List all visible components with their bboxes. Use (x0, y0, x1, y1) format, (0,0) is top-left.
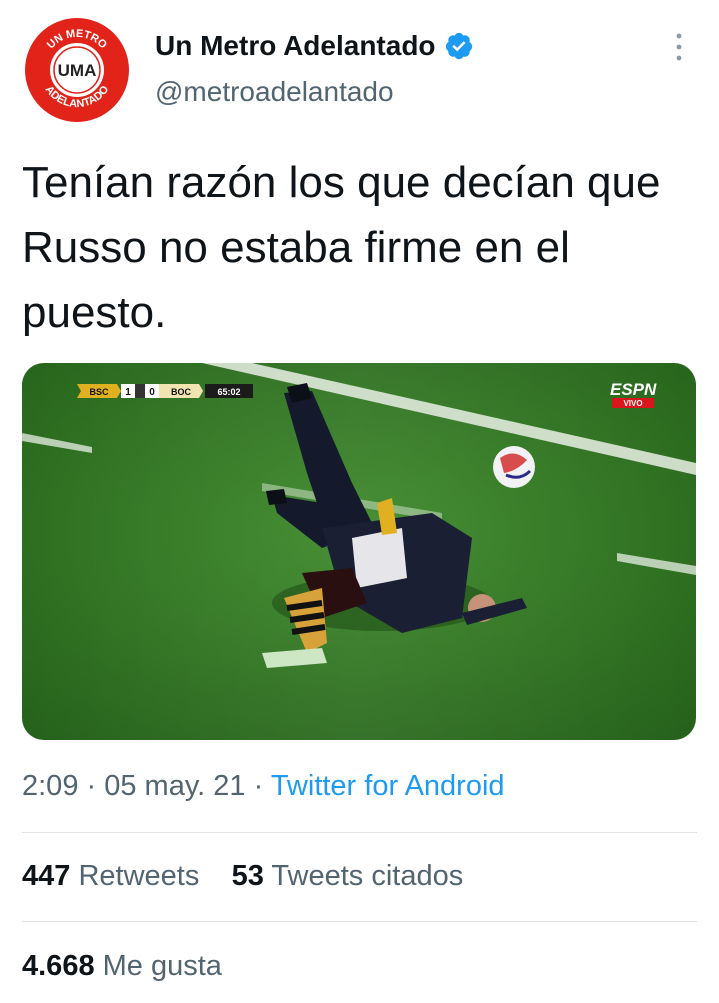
scoreboard-away-score: 0 (149, 387, 155, 398)
tweet-source-link[interactable]: Twitter for Android (271, 770, 505, 802)
tweet-meta: 2:09 · 05 may. 21 · Twitter for Android (22, 770, 505, 803)
retweets-count: 447 (22, 860, 71, 892)
engagement-stats: 447 Retweets 53 Tweets citados (22, 860, 463, 893)
tweet-date[interactable]: 05 may. 21 (104, 770, 245, 802)
retweets-label: Retweets (78, 860, 200, 892)
tweet-media-image[interactable]: BSC 1 0 BOC 65:02 ESPN VIVO (22, 363, 696, 740)
likes-stat[interactable]: 4.668 Me gusta (22, 950, 222, 983)
tweet-time[interactable]: 2:09 (22, 770, 78, 802)
meta-separator: · (78, 770, 105, 802)
divider (22, 921, 697, 922)
tweet-text: Tenían razón los que decían que Russo no… (22, 158, 661, 337)
live-label: VIVO (623, 399, 642, 408)
quotes-stat[interactable]: 53 Tweets citados (232, 860, 464, 892)
avatar-center-text: UMA (58, 61, 97, 80)
quotes-count: 53 (231, 860, 264, 892)
author-handle[interactable]: @metroadelantado (155, 76, 394, 108)
scoreboard-clock: 65:02 (217, 387, 240, 397)
quotes-label: Tweets citados (271, 860, 464, 892)
football (493, 446, 535, 488)
scoreboard-home: BSC (89, 387, 109, 397)
likes-count: 4.668 (22, 950, 95, 982)
divider (22, 832, 697, 833)
more-options-icon[interactable] (664, 30, 694, 64)
author-avatar[interactable]: UN METRO ADELANTADO UMA (24, 17, 130, 123)
espn-logo-text: ESPN (610, 380, 657, 399)
verified-badge-icon (445, 32, 472, 60)
tweet-header: UN METRO ADELANTADO UMA Un Metro Adelant… (0, 0, 719, 130)
likes-label: Me gusta (102, 950, 222, 982)
author-name-row: Un Metro Adelantado (155, 26, 474, 66)
scoreboard-away: BOC (171, 387, 192, 397)
scoreboard: BSC 1 0 BOC 65:02 (77, 384, 253, 398)
author-name[interactable]: Un Metro Adelantado (155, 30, 436, 62)
retweets-stat[interactable]: 447 Retweets (22, 860, 199, 892)
scoreboard-home-score: 1 (125, 387, 131, 398)
meta-separator: · (245, 770, 271, 802)
espn-logo: ESPN VIVO (610, 380, 657, 408)
